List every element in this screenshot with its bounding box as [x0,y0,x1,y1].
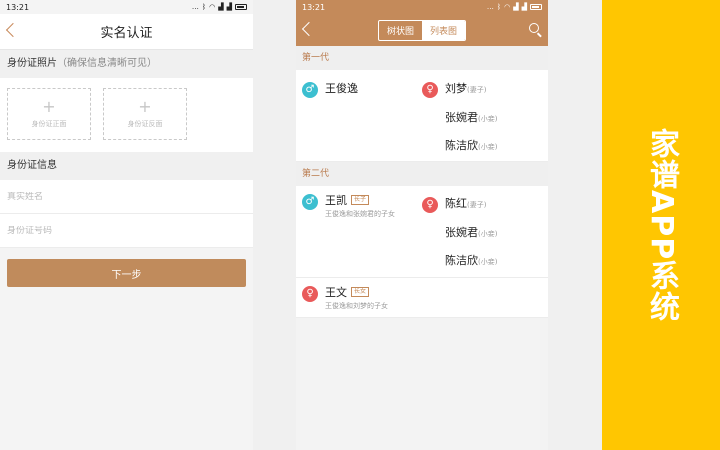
status-time: 13:21 [6,2,30,12]
signal-icon: ▟ [218,2,224,11]
female-symbol-icon: ♀ [302,286,318,302]
wifi-icon: ◠ [209,2,216,11]
notification-icon: … [191,2,199,11]
wifi-icon: ◠ [504,2,511,11]
search-icon[interactable] [529,23,539,33]
id-back-label: 身份证反面 [127,120,163,128]
notification-icon: … [486,2,494,11]
id-front-label: 身份证正面 [31,120,67,128]
spouse-item[interactable]: 张婉君(小妾) [445,111,497,126]
spouse-name: 张婉君 [445,111,478,124]
spouse-name: 刘梦 [445,82,467,95]
member-tag: 长女 [351,287,370,297]
generation-2-extra: ♀ 王文 长女 王俊逸和刘梦的子女 [296,278,548,318]
id-front-upload[interactable]: + 身份证正面 [7,88,91,140]
real-name-input[interactable] [7,191,227,202]
generation-2-list: ♂ 王凯 长子 王俊逸和张婉君的子女 ♀ 陈红(妻子) 张婉君(小妾) 陈洁欣(小… [296,186,548,278]
member-name: 王凯 [325,194,347,207]
back-icon[interactable] [5,22,21,38]
spouse-relation: (妻子) [467,201,487,209]
signal-icon-2: ▟ [226,2,232,11]
info-section-title: 身份证信息 [0,152,253,180]
spouse-relation: (妻子) [467,86,487,94]
id-back-upload[interactable]: + 身份证反面 [103,88,187,140]
next-button[interactable]: 下一步 [7,259,246,287]
photo-section-title: 身份证照片（确保信息清晰可见） [0,50,253,78]
status-bar: 13:21 … ᛒ ◠ ▟ ▟ [296,0,548,14]
member-parents: 王俊逸和刘梦的子女 [325,302,388,310]
photo-upload-area: + 身份证正面 + 身份证反面 [0,78,253,152]
spouse-relation: (小妾) [478,230,498,238]
page-title: 实名认证 [100,26,153,41]
top-bar: 13:21 … ᛒ ◠ ▟ ▟ 树状图 列表图 [296,0,548,46]
spouse-name: 陈洁欣 [445,254,478,267]
id-number-row [0,214,253,248]
tab-list-view[interactable]: 列表图 [422,20,466,40]
photo-section-label: 身份证照片 [7,58,57,69]
nav-bar: 树状图 列表图 [296,14,548,46]
member-main[interactable]: ♂ 王俊逸 [302,82,358,98]
photo-section-hint: （确保信息清晰可见） [57,58,157,69]
signal-icon: ▟ [513,2,519,11]
view-toggle: 树状图 列表图 [377,19,467,41]
generation-1-list: ♂ 王俊逸 ♀ 刘梦(妻子) 张婉君(小妾) 陈洁欣(小妾) [296,70,548,162]
member-name: 王俊逸 [325,82,358,95]
spouse-name: 陈洁欣 [445,139,478,152]
header: 实名认证 [0,14,253,50]
spouse-relation: (小妾) [478,115,498,123]
status-icons: … ᛒ ◠ ▟ ▟ [191,2,247,11]
generation-1-title: 第一代 [296,46,548,70]
spouse-relation: (小妾) [478,143,498,151]
bluetooth-icon: ᛒ [496,2,502,11]
member-tag: 长子 [351,195,370,205]
status-time: 13:21 [302,2,326,12]
banner-title: 家谱APP系统 [644,127,679,323]
status-icons: … ᛒ ◠ ▟ ▟ [486,2,542,11]
spouse-relation: (小妾) [478,258,498,266]
real-name-row [0,180,253,214]
female-symbol-icon: ♀ [422,197,438,213]
plus-icon: + [138,97,152,116]
back-icon[interactable] [301,21,317,37]
family-tree-screen: 13:21 … ᛒ ◠ ▟ ▟ 树状图 列表图 第一代 ♂ 王俊逸 ♀ 刘梦(妻… [296,0,548,450]
member-parents: 王俊逸和张婉君的子女 [325,210,395,218]
signal-icon-2: ▟ [521,2,527,11]
spouse-item[interactable]: 陈洁欣(小妾) [445,139,497,154]
spouse-name: 陈红 [445,197,467,210]
battery-icon [530,4,542,10]
spouse-name: 张婉君 [445,226,478,239]
tab-tree-view[interactable]: 树状图 [379,21,422,40]
male-symbol-icon: ♂ [302,194,318,210]
id-number-input[interactable] [7,225,227,236]
female-symbol-icon: ♀ [422,82,438,98]
spouse-item[interactable]: ♀ 刘梦(妻子) [422,82,486,98]
plus-icon: + [42,97,56,116]
spouse-item[interactable]: 张婉君(小妾) [445,226,497,241]
battery-icon [235,4,247,10]
verification-screen: 13:21 … ᛒ ◠ ▟ ▟ 实名认证 身份证照片（确保信息清晰可见） + 身… [0,0,253,450]
generation-2-title: 第二代 [296,162,548,186]
bluetooth-icon: ᛒ [201,2,207,11]
male-symbol-icon: ♂ [302,82,318,98]
member-name: 王文 [325,286,347,299]
member-main[interactable]: ♀ 王文 长女 王俊逸和刘梦的子女 [302,286,388,311]
status-bar: 13:21 … ᛒ ◠ ▟ ▟ [0,0,253,14]
promo-banner: 家谱APP系统 [602,0,720,450]
spouse-item[interactable]: ♀ 陈红(妻子) [422,197,486,213]
spouse-item[interactable]: 陈洁欣(小妾) [445,254,497,269]
member-main[interactable]: ♂ 王凯 长子 王俊逸和张婉君的子女 [302,194,395,219]
